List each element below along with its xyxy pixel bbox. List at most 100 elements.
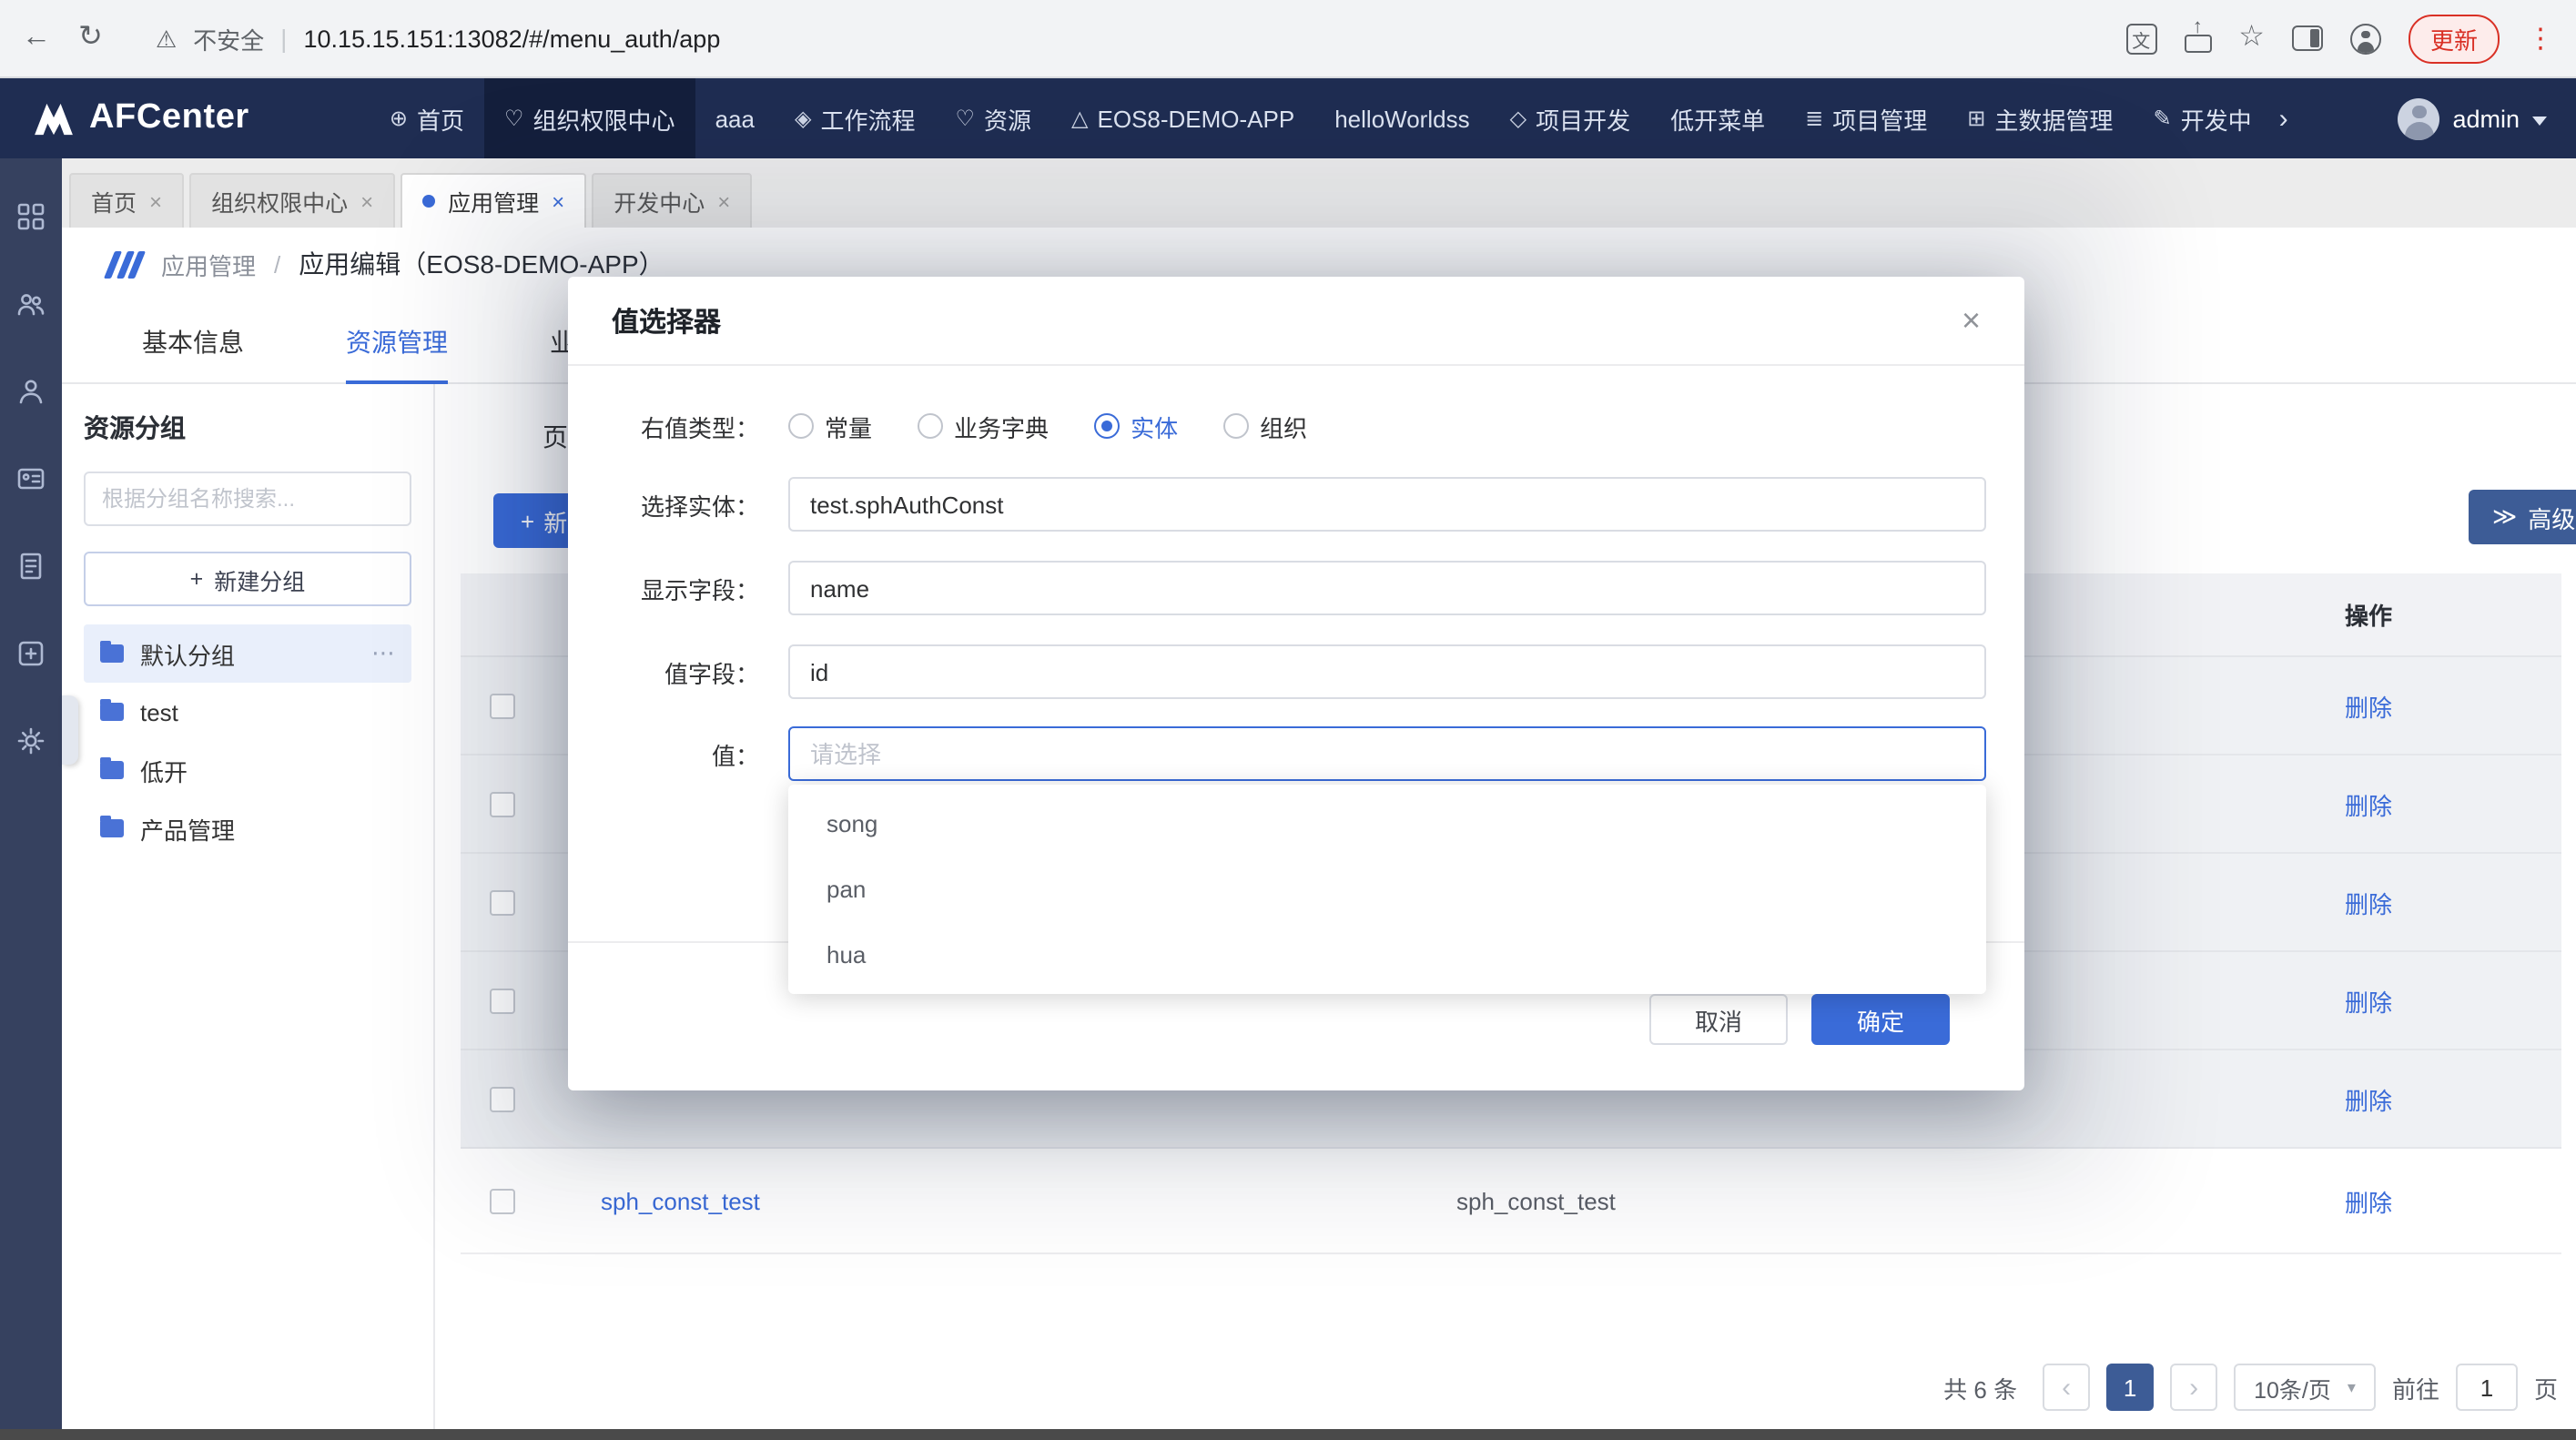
user-menu[interactable]: admin	[2368, 97, 2576, 139]
chrome-update-button[interactable]: 更新	[2409, 14, 2500, 63]
workspace-tab-app-mgmt[interactable]: 应用管理×	[401, 173, 586, 228]
address-bar[interactable]: ⚠ 不安全 | 10.15.15.151:13082/#/menu_auth/a…	[130, 21, 2098, 56]
row-checkbox[interactable]	[490, 889, 515, 915]
field-label: 值：	[568, 736, 759, 771]
back-icon[interactable]: ←	[22, 24, 51, 53]
field-label: 选择实体：	[568, 487, 759, 522]
project-mgmt-icon: ≣	[1805, 106, 1823, 131]
row-checkbox[interactable]	[490, 693, 515, 718]
new-group-button[interactable]: + 新建分组	[84, 552, 411, 606]
contact-card-icon[interactable]	[16, 464, 46, 502]
prev-page-button[interactable]: ‹	[2043, 1364, 2090, 1411]
radio-entity[interactable]: 实体	[1094, 409, 1178, 443]
close-icon[interactable]: ×	[360, 188, 373, 214]
workspace-tab-dev-center[interactable]: 开发中心×	[592, 173, 752, 228]
more-icon[interactable]: ⋯	[371, 639, 395, 668]
close-icon[interactable]: ×	[717, 188, 730, 214]
resource-name-link[interactable]: sph_const_test	[601, 1187, 760, 1214]
nav-item-dev-center[interactable]: ✎开发中	[2133, 78, 2271, 158]
app-icon: △	[1071, 106, 1088, 131]
radio-business-dict[interactable]: 业务字典	[918, 409, 1049, 443]
delete-link[interactable]: 删除	[2345, 786, 2392, 821]
close-icon[interactable]: ×	[552, 188, 564, 214]
nav-item-eos8-demo-app[interactable]: △EOS8-DEMO-APP	[1051, 78, 1314, 158]
field-label: 值字段：	[568, 654, 759, 689]
document-icon[interactable]	[16, 552, 46, 590]
nav-item-helloworldss[interactable]: helloWorldss	[1314, 78, 1489, 158]
entity-row: 选择实体：	[568, 477, 1986, 532]
nav-item-home[interactable]: ⊕首页	[370, 78, 484, 158]
delete-link[interactable]: 删除	[2345, 1183, 2392, 1218]
close-icon[interactable]: ×	[1962, 304, 1981, 337]
dropdown-option-pan[interactable]: pan	[788, 856, 1986, 921]
user-icon[interactable]	[16, 377, 46, 415]
next-page-button[interactable]: ›	[2170, 1364, 2217, 1411]
tab-resource-mgmt[interactable]: 资源管理	[346, 300, 448, 382]
delete-link[interactable]: 删除	[2345, 1081, 2392, 1116]
confirm-button[interactable]: 确定	[1811, 994, 1950, 1045]
breadcrumb-separator: /	[274, 250, 280, 278]
refresh-icon[interactable]: ↻	[78, 24, 103, 53]
radio-organization[interactable]: 组织	[1223, 409, 1307, 443]
profile-icon[interactable]	[2350, 23, 2381, 54]
group-search-input[interactable]	[84, 472, 411, 526]
workspace-tab-org-auth[interactable]: 组织权限中心×	[189, 173, 395, 228]
nav-item-lowcode-menu[interactable]: 低开菜单	[1650, 78, 1785, 158]
folder-icon	[100, 644, 124, 663]
warning-icon: ⚠	[156, 26, 177, 50]
app-logo[interactable]: AFCenter	[0, 98, 282, 138]
cancel-button[interactable]: 取消	[1649, 994, 1788, 1045]
group-list: 默认分组 ⋯ test 低开 产品管理	[84, 624, 411, 857]
share-icon[interactable]: ↑	[2184, 24, 2211, 53]
current-page[interactable]: 1	[2106, 1364, 2154, 1411]
workspace-tab-home[interactable]: 首页×	[69, 173, 184, 228]
radio-icon	[788, 413, 814, 439]
dropdown-option-hua[interactable]: hua	[788, 921, 1986, 987]
nav-item-project-dev[interactable]: ◇项目开发	[1490, 78, 1651, 158]
bookmark-star-icon[interactable]: ☆	[2238, 24, 2265, 53]
dropdown-option-song[interactable]: song	[788, 790, 1986, 856]
nav-item-workflow[interactable]: ◈工作流程	[775, 78, 936, 158]
nav-item-org-auth-center[interactable]: ♡组织权限中心	[484, 78, 695, 158]
page-size-select[interactable]: 10条/页 ▾	[2234, 1364, 2376, 1411]
row-checkbox[interactable]	[490, 988, 515, 1013]
row-checkbox[interactable]	[490, 1188, 515, 1213]
close-icon[interactable]: ×	[149, 188, 162, 214]
delete-link[interactable]: 删除	[2345, 688, 2392, 723]
group-item-default[interactable]: 默认分组 ⋯	[84, 624, 411, 683]
menu-grid-icon[interactable]	[16, 202, 46, 240]
plus-box-icon[interactable]	[16, 639, 46, 677]
row-checkbox[interactable]	[490, 1086, 515, 1111]
pagination: 共 6 条 ‹ 1 › 10条/页 ▾ 前往 页	[1943, 1364, 2558, 1411]
split-view-icon[interactable]	[2292, 25, 2323, 51]
group-item-product-mgmt[interactable]: 产品管理	[84, 799, 411, 857]
org-users-icon[interactable]	[16, 289, 46, 328]
nav-item-project-mgmt[interactable]: ≣项目管理	[1785, 78, 1947, 158]
row-checkbox[interactable]	[490, 791, 515, 816]
folder-icon	[100, 819, 124, 837]
gear-icon[interactable]	[16, 726, 46, 765]
advanced-search-button[interactable]: ≫ 高级	[2469, 490, 2576, 544]
caret-down-icon: ▾	[2348, 1377, 2356, 1397]
radio-constant[interactable]: 常量	[788, 409, 872, 443]
goto-page-input[interactable]	[2456, 1364, 2518, 1411]
translate-icon[interactable]: 文	[2125, 23, 2156, 54]
display-field-input[interactable]	[788, 561, 1986, 615]
nav-item-aaa[interactable]: aaa	[695, 78, 775, 158]
browser-menu-icon[interactable]: ⋮	[2527, 22, 2554, 55]
tab-basic-info[interactable]: 基本信息	[142, 300, 244, 382]
nav-item-master-data[interactable]: ⊞主数据管理	[1947, 78, 2133, 158]
nav-overflow-chevron-icon[interactable]: ›	[2272, 103, 2296, 134]
entity-input[interactable]	[788, 477, 1986, 532]
group-item-lowcode[interactable]: 低开	[84, 741, 411, 799]
delete-link[interactable]: 删除	[2345, 983, 2392, 1018]
folder-icon	[100, 761, 124, 779]
field-label: 显示字段：	[568, 571, 759, 605]
delete-link[interactable]: 删除	[2345, 885, 2392, 919]
value-select-input[interactable]	[788, 726, 1986, 781]
breadcrumb-parent[interactable]: 应用管理	[161, 247, 256, 281]
nav-item-resource[interactable]: ♡资源	[935, 78, 1051, 158]
sidebar-collapse-handle[interactable]	[62, 695, 78, 765]
value-field-input[interactable]	[788, 644, 1986, 699]
group-item-test[interactable]: test	[84, 683, 411, 741]
